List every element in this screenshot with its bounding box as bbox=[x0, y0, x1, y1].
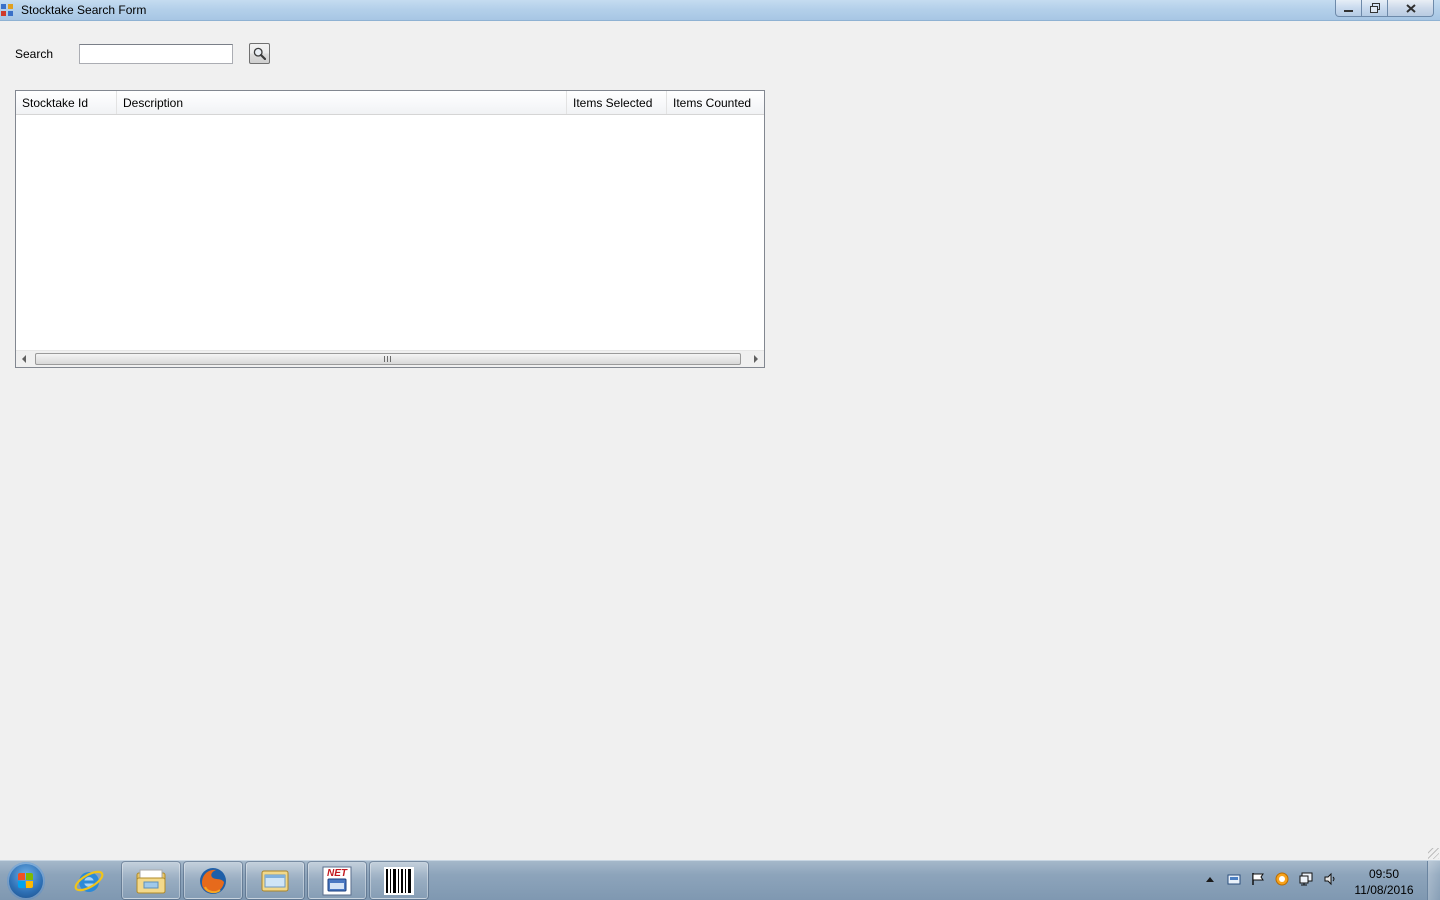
restore-button[interactable] bbox=[1362, 0, 1388, 17]
minimize-icon bbox=[1344, 10, 1353, 12]
column-header-items-selected[interactable]: Items Selected bbox=[567, 91, 667, 114]
folder-icon bbox=[136, 869, 166, 893]
folder-window-icon bbox=[261, 870, 289, 891]
column-header-description[interactable]: Description bbox=[117, 91, 567, 114]
title-bar[interactable]: Stocktake Search Form bbox=[0, 0, 1440, 21]
action-center-flag-icon bbox=[1252, 873, 1264, 885]
taskbar: NET bbox=[0, 860, 1440, 900]
svg-text:NET: NET bbox=[327, 868, 348, 879]
close-icon bbox=[1405, 3, 1416, 13]
window-title: Stocktake Search Form bbox=[21, 3, 147, 17]
taskbar-dotnet-app-button[interactable]: NET bbox=[308, 862, 366, 899]
search-label: Search bbox=[15, 47, 54, 61]
net-app-icon: NET bbox=[322, 866, 352, 895]
show-hidden-icons-button[interactable] bbox=[1203, 872, 1217, 886]
taskbar-firefox-button[interactable] bbox=[184, 862, 242, 899]
horizontal-scrollbar[interactable] bbox=[16, 350, 764, 367]
tray-network-button[interactable] bbox=[1299, 872, 1313, 886]
message-icon bbox=[1227, 874, 1241, 885]
form-icon bbox=[1, 4, 14, 17]
resize-grip[interactable] bbox=[1428, 848, 1439, 859]
start-button[interactable] bbox=[7, 862, 45, 900]
close-button[interactable] bbox=[1388, 0, 1434, 17]
restore-icon bbox=[1369, 3, 1380, 13]
search-button[interactable] bbox=[249, 43, 270, 64]
show-hidden-icon bbox=[1206, 876, 1214, 882]
clock-date: 11/08/2016 bbox=[1354, 883, 1414, 897]
show-desktop-button[interactable] bbox=[1427, 861, 1440, 900]
column-header-stocktake-id[interactable]: Stocktake Id bbox=[16, 91, 117, 114]
tray-update-button[interactable] bbox=[1275, 872, 1289, 886]
barcode-icon bbox=[384, 866, 414, 895]
grid-body[interactable] bbox=[16, 115, 764, 350]
tray-volume-button[interactable] bbox=[1323, 872, 1337, 886]
caption-buttons bbox=[1335, 0, 1434, 18]
tray-message-button[interactable] bbox=[1227, 872, 1241, 886]
column-header-items-counted[interactable]: Items Counted bbox=[667, 91, 764, 114]
stocktake-grid[interactable]: Stocktake Id Description Items Selected … bbox=[15, 90, 765, 368]
taskbar-ie-button[interactable] bbox=[60, 862, 118, 899]
taskbar-clock[interactable]: 09:50 11/08/2016 bbox=[1346, 866, 1422, 898]
update-icon bbox=[1275, 872, 1289, 886]
grip-icon bbox=[384, 356, 391, 362]
minimize-button[interactable] bbox=[1335, 0, 1362, 17]
firefox-icon bbox=[200, 867, 226, 894]
scrollbar-thumb[interactable] bbox=[35, 353, 741, 365]
grid-header: Stocktake Id Description Items Selected … bbox=[16, 91, 764, 115]
taskbar-explorer-button[interactable] bbox=[122, 862, 180, 899]
taskbar-barcode-app-button[interactable] bbox=[370, 862, 428, 899]
search-input[interactable] bbox=[79, 44, 233, 64]
windows-logo-icon bbox=[18, 873, 34, 889]
scroll-right-arrow-icon[interactable] bbox=[754, 355, 758, 363]
scroll-left-arrow-icon[interactable] bbox=[22, 355, 26, 363]
magnifier-icon bbox=[253, 47, 266, 60]
network-icon bbox=[1299, 872, 1313, 886]
taskbar-folder-window-button[interactable] bbox=[246, 862, 304, 899]
clock-time: 09:50 bbox=[1368, 867, 1400, 881]
ie-icon bbox=[74, 870, 104, 892]
tray-action-center-button[interactable] bbox=[1251, 872, 1265, 886]
volume-icon bbox=[1324, 872, 1335, 886]
